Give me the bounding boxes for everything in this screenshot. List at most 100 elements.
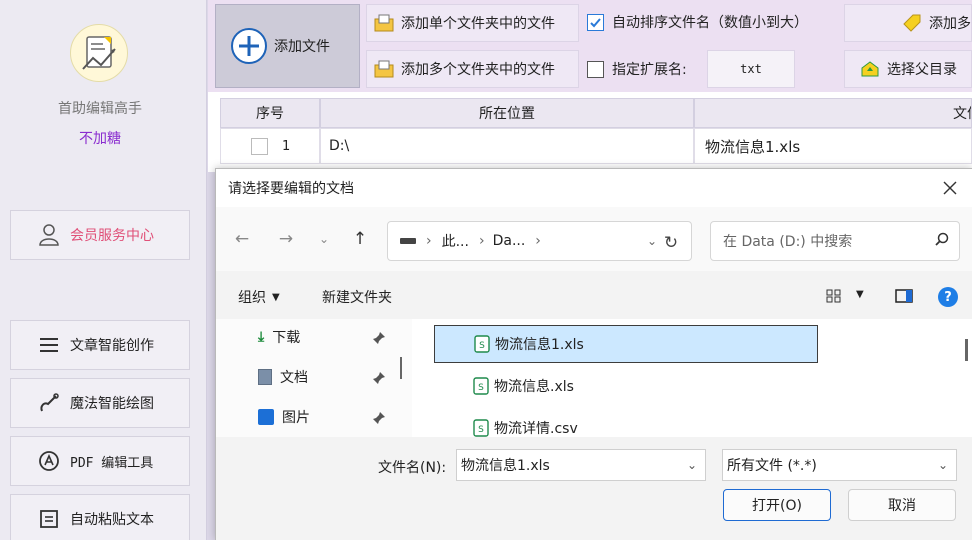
svg-text:S: S (478, 425, 484, 435)
user-icon (36, 222, 62, 248)
filename-value: 物流信息1.xls (461, 458, 550, 474)
search-placeholder: 在 Data (D:) 中搜索 (723, 234, 853, 250)
view-grid-icon[interactable] (826, 289, 842, 307)
command-bar: 组织 ▼ 新建文件夹 ▼ ? (216, 271, 972, 321)
add-single-folder-label: 添加单个文件夹中的文件 (401, 16, 555, 32)
close-icon[interactable] (939, 177, 961, 199)
document-icon (258, 369, 272, 385)
auto-sort-label: 自动排序文件名（数值小到大） (612, 15, 808, 31)
nav-item-downloads[interactable]: ⤓ 下载 (258, 323, 300, 351)
add-single-folder-button[interactable]: 添加单个文件夹中的文件 (366, 4, 579, 42)
sidebar-item-magic-drawing[interactable]: 魔法智能绘图 (10, 378, 190, 428)
chevron-down-icon[interactable]: ⌄ (687, 458, 697, 472)
member-center-label: 会员服务中心 (70, 228, 154, 244)
filename-combobox[interactable]: 物流信息1.xls ⌄ (456, 449, 706, 481)
ext-checkbox[interactable]: 指定扩展名: (587, 59, 687, 79)
file-name: 物流信息1.xls (495, 337, 584, 353)
spreadsheet-icon: S (472, 419, 490, 437)
dialog-title-bar: 请选择要编辑的文档 (216, 169, 972, 207)
list-icon (36, 332, 62, 358)
chevron-down-icon[interactable]: ⌄ (647, 234, 657, 248)
navigation-pane: ⤓ 下载 文档 图片 (216, 319, 412, 437)
file-list: S 物流信息1.xls S 物流信息.xls S 物流详情.csv (412, 319, 972, 437)
magic-wand-icon (36, 390, 62, 416)
view-dropdown-arrow-icon[interactable]: ▼ (856, 289, 864, 300)
sidebar-item-label: 魔法智能绘图 (70, 396, 154, 412)
pin-icon[interactable] (372, 331, 388, 347)
download-icon: ⤓ (258, 329, 265, 345)
column-header-name-label: 文件 (953, 106, 971, 122)
chevron-down-icon[interactable]: ⌄ (938, 458, 948, 472)
file-table: 序号 所在位置 文件 1 D:\ 物流信息1.xls (208, 92, 972, 172)
add-multi-folder-button[interactable]: 添加多个文件夹中的文件 (366, 50, 579, 88)
sidebar-item-auto-paste[interactable]: 自动粘贴文本 (10, 494, 190, 540)
refresh-icon[interactable]: ↻ (661, 233, 681, 253)
pin-icon[interactable] (372, 371, 388, 387)
nav-pane-scrollbar[interactable] (400, 357, 402, 379)
row-name: 物流信息1.xls (694, 128, 972, 164)
member-center-button[interactable]: 会员服务中心 (10, 210, 190, 260)
preview-pane-icon[interactable] (895, 289, 913, 307)
navigation-bar: ← → ⌄ ↑ › 此... › Da... › ⌄ ↻ 在 Data (D:)… (216, 207, 972, 271)
organize-menu[interactable]: 组织 ▼ (238, 287, 280, 307)
nav-item-label: 图片 (282, 410, 310, 426)
pdf-icon (36, 448, 62, 474)
app-name: 首助编辑高手 (58, 101, 142, 117)
add-more-button[interactable]: 添加多 (844, 4, 972, 42)
nav-item-label: 下载 (272, 330, 301, 346)
nav-item-label: 文档 (280, 370, 308, 386)
open-file-dialog: 请选择要编辑的文档 ← → ⌄ ↑ › 此... › Da... › ⌄ ↻ 在… (215, 168, 972, 540)
list-item[interactable]: S 物流详情.csv (434, 409, 818, 437)
checkbox-unchecked-icon (587, 60, 604, 78)
choose-parent-label: 选择父目录 (887, 62, 957, 78)
column-header-index[interactable]: 序号 (220, 98, 320, 128)
nav-item-pictures[interactable]: 图片 (258, 403, 310, 431)
svg-text:S: S (478, 383, 484, 393)
add-multi-folder-label: 添加多个文件夹中的文件 (401, 62, 555, 78)
row-location: D:\ (320, 128, 694, 164)
plus-circle-icon (230, 27, 268, 65)
open-button[interactable]: 打开(O) (723, 489, 831, 521)
auto-sort-checkbox[interactable]: 自动排序文件名（数值小到大） (587, 12, 808, 32)
forward-arrow-icon[interactable]: → (276, 229, 296, 249)
search-icon (935, 232, 949, 250)
spreadsheet-icon: S (472, 377, 490, 395)
cancel-button[interactable]: 取消 (848, 489, 956, 521)
up-arrow-icon[interactable]: ↑ (350, 229, 370, 249)
table-row[interactable]: 1 (220, 128, 320, 164)
breadcrumb-this-pc[interactable]: 此... (442, 231, 469, 251)
address-bar[interactable]: › 此... › Da... › ⌄ (387, 221, 692, 261)
svg-text:S: S (479, 341, 485, 351)
sidebar-item-pdf-tools[interactable]: PDF 编辑工具 (10, 436, 190, 486)
filetype-select[interactable]: 所有文件 (*.*) ⌄ (722, 449, 957, 481)
nav-item-documents[interactable]: 文档 (258, 363, 308, 391)
back-arrow-icon[interactable]: ← (232, 229, 252, 249)
list-item[interactable]: S 物流信息.xls (434, 367, 818, 405)
pin-icon[interactable] (372, 411, 388, 427)
dropdown-arrow-icon: ▼ (272, 291, 280, 303)
help-icon[interactable]: ? (938, 287, 958, 307)
filetype-value: 所有文件 (*.*) (727, 458, 817, 474)
column-header-location[interactable]: 所在位置 (320, 98, 694, 128)
picture-icon (258, 409, 274, 425)
sidebar-item-label: 文章智能创作 (70, 338, 154, 354)
search-input[interactable]: 在 Data (D:) 中搜索 (710, 221, 960, 261)
cancel-label: 取消 (888, 498, 916, 514)
checkbox-checked-icon (587, 13, 604, 31)
dialog-footer: 文件名(N): 物流信息1.xls ⌄ 所有文件 (*.*) ⌄ 打开(O) 取… (216, 437, 972, 540)
choose-parent-button[interactable]: 选择父目录 (844, 50, 972, 88)
new-folder-button[interactable]: 新建文件夹 (322, 287, 392, 307)
file-name: 物流详情.csv (494, 421, 578, 437)
list-item[interactable]: S 物流信息1.xls (434, 325, 818, 363)
app-logo-icon (70, 24, 128, 82)
file-list-scrollbar[interactable] (965, 339, 968, 361)
ext-input[interactable]: txt (707, 50, 795, 88)
breadcrumb-data[interactable]: Da... (493, 233, 526, 249)
row-checkbox[interactable] (251, 137, 268, 155)
chevron-down-icon[interactable]: ⌄ (314, 229, 334, 249)
filename-label: 文件名(N): (378, 460, 447, 476)
column-header-name[interactable]: 文件 (694, 98, 972, 128)
sidebar-item-article-writing[interactable]: 文章智能创作 (10, 320, 190, 370)
breadcrumb-separator: › (426, 233, 432, 249)
add-file-button[interactable]: 添加文件 (215, 4, 360, 88)
